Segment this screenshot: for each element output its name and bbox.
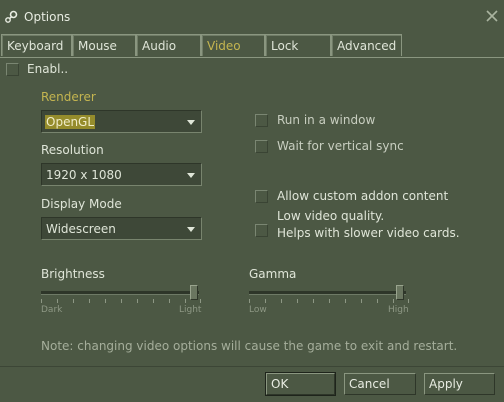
- renderer-value: OpenGL: [45, 115, 96, 129]
- chevron-down-icon: [187, 227, 195, 232]
- tab-mouse[interactable]: Mouse: [72, 34, 136, 56]
- chevron-down-icon: [187, 120, 195, 125]
- tab-divider: [0, 57, 504, 58]
- window-title: Options: [24, 10, 71, 24]
- ok-button[interactable]: OK: [265, 372, 336, 396]
- tab-bar: Keyboard Mouse Audio Video Lock Advanced: [0, 32, 504, 58]
- resolution-value: 1920 x 1080: [46, 168, 122, 182]
- low-quality-hint: Helps with slower video cards.: [277, 226, 460, 240]
- brightness-min-label: Dark: [41, 305, 63, 315]
- vsync-label: Wait for vertical sync: [277, 139, 404, 153]
- gamma-slider-thumb[interactable]: [396, 285, 404, 300]
- run-in-window-checkbox[interactable]: [255, 114, 268, 127]
- restart-note: Note: changing video options will cause …: [41, 339, 458, 353]
- gamma-min-label: Low: [249, 305, 267, 315]
- gamma-ticks: [249, 299, 409, 303]
- brightness-slider-thumb[interactable]: [190, 285, 198, 300]
- brightness-label: Brightness: [41, 267, 105, 281]
- display-mode-value: Widescreen: [46, 222, 116, 236]
- tab-video[interactable]: Video: [201, 34, 265, 56]
- custom-addon-label: Allow custom addon content: [277, 189, 449, 203]
- display-mode-label: Display Mode: [41, 197, 122, 211]
- custom-addon-checkbox[interactable]: [255, 190, 268, 203]
- enable-checkbox[interactable]: [6, 63, 19, 76]
- title-bar: Options: [0, 0, 504, 32]
- close-icon[interactable]: [483, 7, 501, 25]
- resolution-dropdown[interactable]: 1920 x 1080: [41, 163, 202, 186]
- renderer-label: Renderer: [41, 90, 96, 104]
- brightness-slider-track[interactable]: [41, 291, 199, 295]
- chevron-down-icon: [187, 173, 195, 178]
- renderer-dropdown[interactable]: OpenGL: [41, 110, 202, 133]
- gamma-slider-track[interactable]: [249, 291, 406, 295]
- brightness-max-label: Light: [179, 305, 202, 315]
- gamma-max-label: High: [388, 305, 409, 315]
- apply-button[interactable]: Apply: [424, 373, 495, 395]
- tab-advanced[interactable]: Advanced: [331, 34, 402, 56]
- gamma-label: Gamma: [249, 267, 297, 281]
- brightness-ticks: [41, 299, 201, 303]
- tab-audio[interactable]: Audio: [136, 34, 201, 56]
- resolution-label: Resolution: [41, 143, 104, 157]
- enable-label: Enabl..: [27, 62, 69, 76]
- vsync-checkbox[interactable]: [255, 140, 268, 153]
- tab-lock[interactable]: Lock: [265, 34, 331, 56]
- footer-divider: [0, 366, 504, 367]
- cancel-button[interactable]: Cancel: [344, 373, 416, 395]
- low-quality-label: Low video quality.: [277, 209, 385, 223]
- run-in-window-label: Run in a window: [277, 113, 376, 127]
- low-quality-checkbox[interactable]: [255, 224, 268, 237]
- tab-keyboard[interactable]: Keyboard: [1, 34, 72, 56]
- steam-icon: [5, 10, 18, 23]
- display-mode-dropdown[interactable]: Widescreen: [41, 217, 202, 240]
